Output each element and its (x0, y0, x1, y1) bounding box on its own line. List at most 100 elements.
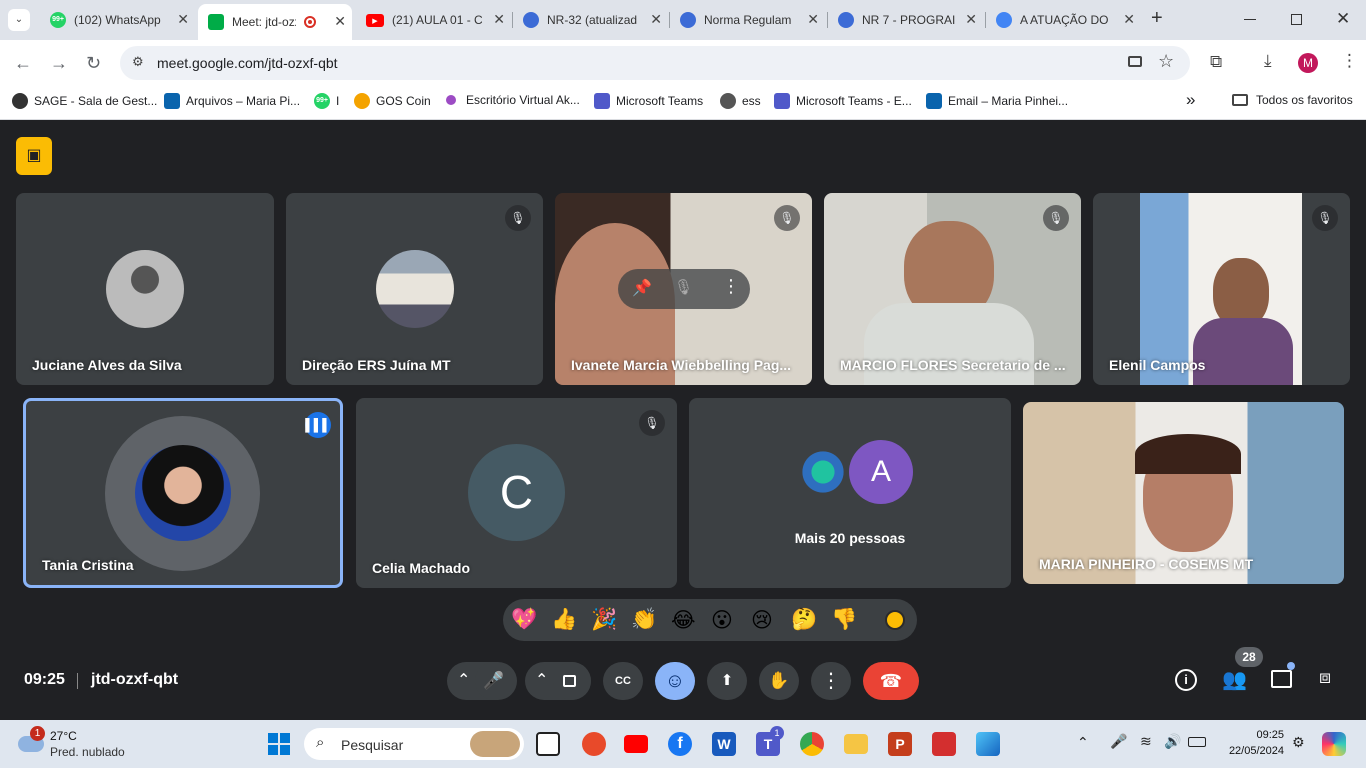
volume-icon[interactable]: 🔊 (1164, 733, 1181, 750)
others-tile[interactable]: A Mais 20 pessoas (689, 398, 1011, 588)
word-icon[interactable]: W (712, 732, 736, 756)
bookmark-teams[interactable]: Microsoft Teams (594, 93, 703, 109)
task-view-icon[interactable] (536, 732, 560, 756)
reload-icon[interactable]: ↻ (86, 53, 101, 74)
reaction-surprised[interactable]: 😮 (711, 608, 733, 633)
meeting-time: 09:25 (24, 671, 65, 688)
microphone-button[interactable]: 🎤 (475, 662, 513, 700)
raise-hand-button[interactable]: ✋ (759, 662, 799, 700)
extensions-icon[interactable]: ⧉ (1210, 52, 1222, 72)
reaction-laugh[interactable]: 😂 (671, 608, 696, 633)
bookmark-ess[interactable]: ess (720, 93, 761, 109)
participant-tile[interactable]: 🎙 Direção ERS Juína MT (286, 193, 543, 385)
photos-icon[interactable] (976, 732, 1000, 756)
menu-kebab-icon[interactable]: ⋮ (1341, 51, 1358, 71)
video-camera-icon (563, 675, 576, 687)
reaction-clap[interactable]: 👏 (631, 608, 657, 632)
profile-avatar[interactable]: M (1298, 53, 1318, 73)
participant-tile[interactable]: 🎙 C Celia Machado (356, 398, 677, 588)
close-tab-icon[interactable]: ✕ (177, 11, 189, 28)
site-info-icon[interactable]: ⚙ (132, 54, 144, 70)
participant-tile[interactable]: 🎙 📌 🎙 ⋮ Ivanete Marcia Wiebbelling Pag..… (555, 193, 812, 385)
reaction-heart[interactable]: 💖 (511, 608, 537, 632)
bookmark-gos-coin[interactable]: GOS Coin (354, 93, 431, 109)
bookmark-arquivos[interactable]: Arquivos – Maria Pi... (164, 93, 300, 109)
close-tab-icon[interactable]: ✕ (807, 11, 819, 28)
close-tab-icon[interactable]: ✕ (493, 11, 505, 28)
minimize-button[interactable] (1244, 19, 1256, 20)
participant-tile[interactable]: 🎙 Elenil Campos (1093, 193, 1350, 385)
reaction-sad[interactable]: 😢 (751, 608, 773, 633)
participant-tile[interactable]: MARIA PINHEIRO - COSEMS MT (1023, 402, 1344, 584)
captions-button[interactable]: CC (603, 662, 643, 700)
clock-date[interactable]: 22/05/2024 (1216, 745, 1284, 757)
close-tab-icon[interactable]: ✕ (650, 11, 662, 28)
taskbar-search[interactable]: ⌕ Pesquisar (304, 728, 524, 760)
weather-widget[interactable]: 1 27°C Pred. nublado (14, 726, 164, 762)
all-favorites[interactable]: Todos os favoritos (1232, 93, 1353, 107)
bookmark-escritorio[interactable]: Escritório Virtual Ak... (446, 93, 580, 107)
file-explorer-icon[interactable] (844, 734, 868, 754)
skin-tone-button[interactable] (885, 610, 905, 630)
reaction-party[interactable]: 🎉 (591, 608, 617, 632)
reaction-thumbs-down[interactable]: 👎 (831, 608, 857, 632)
battery-icon[interactable] (1188, 737, 1206, 747)
wifi-icon[interactable]: ≋ (1140, 733, 1152, 750)
reactions-button[interactable]: ☺ (655, 662, 695, 700)
download-icon[interactable]: ⤓ (1264, 51, 1272, 71)
omnibox[interactable]: ⚙ meet.google.com/jtd-ozxf-qbt ☆ (120, 46, 1190, 80)
meeting-info-icon[interactable]: i (1175, 669, 1197, 691)
tab-nr32[interactable]: NR-32 (atualizad ✕ (513, 6, 668, 34)
tab-search-button[interactable]: ⌄ (8, 9, 30, 31)
more-options-button[interactable]: ⋮ (811, 662, 851, 700)
notification-settings-icon[interactable]: ⚙ (1292, 734, 1305, 751)
participant-tile[interactable]: 🎙 MARCIO FLORES Secretario de ... (824, 193, 1081, 385)
recording-badge[interactable]: ▣ (16, 137, 52, 175)
reaction-thumbs-up[interactable]: 👍 (551, 608, 577, 632)
tab-youtube[interactable]: ▶ (21) AULA 01 - C ✕ (356, 6, 511, 34)
bookmark-teams-e[interactable]: Microsoft Teams - E... (774, 93, 912, 109)
present-screen-button[interactable]: ⬆ (707, 662, 747, 700)
bookmarks-more[interactable]: » (1186, 90, 1195, 110)
tab-atuacao[interactable]: A ATUAÇÃO DO ✕ (986, 6, 1141, 34)
reaction-thinking[interactable]: 🤔 (791, 608, 817, 632)
tray-mic-icon[interactable]: 🎤 (1110, 733, 1127, 750)
clock-time[interactable]: 09:25 (1222, 729, 1284, 741)
copilot-icon[interactable] (1322, 732, 1346, 756)
tab-meet[interactable]: Meet: jtd-ozxf-qbt ✕ (198, 4, 352, 40)
tab-whatsapp[interactable]: 99+ (102) WhatsApp ✕ (40, 6, 195, 34)
app-icon[interactable] (582, 732, 606, 756)
activities-icon[interactable]: ⧈ (1319, 667, 1331, 689)
close-tab-icon[interactable]: ✕ (334, 13, 346, 30)
bookmark-email[interactable]: Email – Maria Pinhei... (926, 93, 1068, 109)
tab-norma[interactable]: Norma Regulam ✕ (670, 6, 825, 34)
back-icon[interactable]: ← (14, 53, 32, 74)
maximize-button[interactable] (1291, 14, 1302, 25)
participant-tile-speaking[interactable]: ▌▌▌ Tania Cristina (23, 398, 343, 588)
start-button[interactable] (268, 733, 290, 755)
new-tab-button[interactable]: + (1151, 7, 1163, 30)
close-window-button[interactable]: ✕ (1336, 9, 1350, 29)
leave-call-button[interactable]: ☎ (863, 662, 919, 700)
mute-participant-icon[interactable]: 🎙 (674, 278, 693, 296)
forward-icon[interactable]: → (50, 53, 68, 74)
pin-icon[interactable]: 📌 (632, 278, 652, 298)
youtube-icon[interactable] (624, 735, 648, 753)
chrome-icon[interactable] (800, 732, 824, 756)
bookmark-star-icon[interactable]: ☆ (1158, 51, 1174, 72)
facebook-icon[interactable]: f (668, 732, 692, 756)
tray-chevron-icon[interactable]: ⌃ (1077, 734, 1089, 751)
camera-icon[interactable] (1128, 56, 1142, 67)
participant-tile[interactable]: Juciane Alves da Silva (16, 193, 274, 385)
tab-nr7[interactable]: NR 7 - PROGRAI ✕ (828, 6, 983, 34)
bookmark-sage[interactable]: SAGE - Sala de Gest... (12, 93, 157, 109)
close-tab-icon[interactable]: ✕ (965, 11, 977, 28)
more-options-icon[interactable]: ⋮ (722, 276, 740, 297)
people-icon[interactable]: 👥 (1222, 667, 1247, 692)
powerpoint-icon[interactable]: P (888, 732, 912, 756)
chat-icon[interactable] (1271, 670, 1292, 688)
camera-button[interactable] (553, 662, 591, 700)
bookmark-whatsapp[interactable]: 99+ I (314, 93, 339, 109)
close-tab-icon[interactable]: ✕ (1123, 11, 1135, 28)
pdf-icon[interactable] (932, 732, 956, 756)
